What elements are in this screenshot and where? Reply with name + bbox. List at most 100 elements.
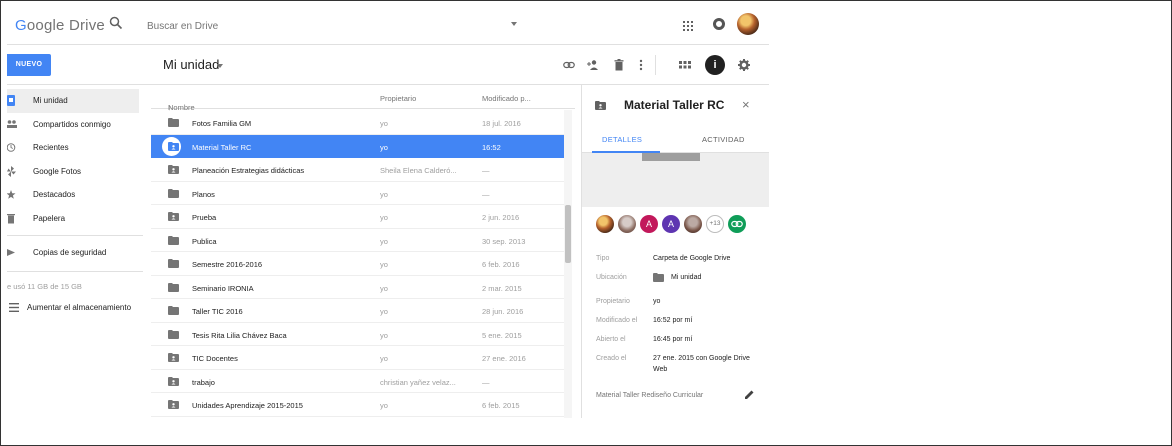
scrollbar-track[interactable] [564, 110, 572, 418]
person-avatar[interactable] [618, 215, 636, 233]
notifications-icon[interactable] [713, 18, 725, 30]
file-owner: yo [380, 189, 388, 199]
file-name[interactable]: Unidades Aprendizaje 2015-2015 [192, 401, 303, 410]
new-button[interactable]: NUEVO [7, 54, 51, 76]
table-row[interactable]: Material Taller RC yo 16:52 [151, 134, 565, 158]
person-avatar[interactable]: A [640, 215, 658, 233]
account-avatar[interactable] [737, 13, 759, 35]
prop-value[interactable]: Mi unidad [671, 274, 701, 281]
shared-folder-icon [168, 141, 179, 151]
file-name[interactable]: Fotos Familia GM [192, 119, 251, 128]
scrollbar-thumb[interactable] [565, 205, 571, 263]
apps-grid-icon[interactable] [683, 21, 693, 31]
sidebar-item-destacados[interactable]: Destacados [7, 183, 139, 207]
details-title: Material Taller RC [624, 98, 725, 112]
file-modified: 2 mar. 2015 [482, 283, 522, 293]
table-row[interactable]: Fotos Familia GM yo 18 jul. 2016 [151, 111, 565, 135]
shared-folder-icon [168, 376, 179, 386]
column-header-modified[interactable]: Modificado p... [482, 94, 531, 103]
person-avatar[interactable] [684, 215, 702, 233]
sidebar-item-compartidos[interactable]: Compartidos conmigo [7, 113, 139, 137]
prop-key: Tipo [596, 255, 610, 262]
column-header-owner[interactable]: Propietario [380, 94, 416, 103]
folder-icon [168, 329, 179, 339]
table-row[interactable]: trabajo christian yañez velaz... — [151, 370, 565, 393]
search-icon[interactable] [109, 16, 123, 30]
file-name[interactable]: Tesis Rita Lilia Chávez Baca [192, 331, 287, 340]
shared-people-row[interactable]: A A +13 [596, 215, 769, 235]
file-owner: yo [380, 283, 388, 293]
file-list-header: Nombre ↑ Propietario Modificado p... [151, 85, 575, 112]
table-row[interactable]: Seminario IRONIA yo 2 mar. 2015 [151, 276, 565, 299]
table-row[interactable]: Semestre 2016-2016 yo 6 feb. 2016 [151, 252, 565, 276]
sidebar-item-papelera[interactable]: Papelera [7, 207, 139, 231]
logo-text: oogle Drive [26, 17, 105, 34]
folder-icon [168, 306, 179, 315]
sidebar-item-recientes[interactable]: Recientes [7, 136, 139, 160]
upgrade-storage-link[interactable]: Aumentar el almacenamiento [7, 300, 143, 316]
prop-value: 27 ene. 2015 con Google Drive [653, 355, 750, 362]
info-icon[interactable]: i [705, 55, 725, 75]
link-icon[interactable] [563, 59, 575, 71]
details-tabs: DETALLES ACTIVIDAD [582, 125, 769, 153]
person-avatar[interactable]: A [662, 215, 680, 233]
backup-icon [7, 249, 15, 256]
preview-thumbnail [642, 153, 700, 161]
pinwheel-icon [7, 166, 16, 177]
table-row[interactable]: Unidades Aprendizaje 2015-2015 yo 6 feb. 2… [151, 393, 565, 417]
table-row[interactable]: TIC Docentes yo 27 ene. 2016 [151, 346, 565, 370]
file-name[interactable]: Material Taller RC [192, 143, 251, 152]
prop-key: Propietario [596, 298, 630, 305]
table-row[interactable]: Planeación Estrategias didácticas Sheila … [151, 158, 565, 182]
file-name[interactable]: Seminario IRONIA [192, 284, 254, 293]
file-name[interactable]: Prueba [192, 213, 216, 222]
search-input[interactable]: Buscar en Drive [147, 21, 218, 32]
tab-actividad[interactable]: ACTIVIDAD [702, 135, 745, 144]
grid-view-icon[interactable] [679, 59, 691, 71]
sidebar-item-label: Compartidos conmigo [33, 120, 111, 129]
file-name[interactable]: TIC Docentes [192, 354, 238, 363]
link-share-icon[interactable] [728, 215, 746, 233]
more-vert-icon[interactable] [635, 59, 647, 71]
table-row[interactable]: Planos yo — [151, 182, 565, 205]
table-row[interactable]: Prueba yo 2 jun. 2016 [151, 205, 565, 229]
tab-detalles[interactable]: DETALLES [602, 135, 642, 144]
file-name[interactable]: Taller TIC 2016 [192, 307, 243, 316]
table-row[interactable]: Taller TIC 2016 yo 28 jun. 2016 [151, 299, 565, 323]
close-icon[interactable]: × [742, 97, 750, 112]
file-name[interactable]: trabajo [192, 378, 215, 387]
storage-usage-text: e usó 11 GB de 15 GB [7, 282, 82, 291]
file-name[interactable]: Semestre 2016-2016 [192, 260, 262, 269]
add-person-icon[interactable] [587, 59, 599, 71]
google-drive-logo[interactable]: Google Drive [15, 17, 105, 34]
search-box[interactable]: Buscar en Drive [103, 13, 523, 39]
file-name[interactable]: Planeación Estrategias didácticas [192, 166, 304, 175]
table-row[interactable]: Publica yo 30 sep. 2013 [151, 229, 565, 252]
details-panel: Material Taller RC × DETALLES ACTIVIDAD … [581, 85, 769, 418]
file-modified: — [482, 377, 490, 387]
chevron-down-icon[interactable] [217, 64, 223, 68]
sidebar-item-mi-unidad[interactable]: Mi unidad [7, 89, 139, 113]
folder-description[interactable]: Material Taller Rediseño Curricular [596, 392, 703, 399]
sidebar-item-google-fotos[interactable]: Google Fotos [7, 160, 139, 184]
file-owner: yo [380, 401, 388, 410]
person-avatar[interactable] [596, 215, 614, 233]
trash-icon [7, 214, 15, 224]
file-list: Nombre ↑ Propietario Modificado p... Fot… [151, 85, 575, 418]
trash-icon[interactable] [613, 59, 625, 71]
edit-pencil-icon[interactable] [744, 389, 755, 400]
settings-gear-icon[interactable] [738, 59, 750, 71]
shared-folder-icon [168, 400, 179, 409]
table-row[interactable]: Tesis Rita Lilia Chávez Baca yo 5 ene. 201… [151, 323, 565, 346]
star-icon [7, 190, 16, 199]
sidebar-divider [7, 235, 143, 236]
more-people-badge[interactable]: +13 [706, 215, 724, 233]
file-owner: yo [380, 330, 388, 340]
file-name[interactable]: Publica [192, 237, 217, 246]
breadcrumb[interactable]: Mi unidad [163, 57, 219, 72]
sidebar-item-copias-de-seguridad[interactable]: Copias de seguridad [7, 241, 139, 265]
file-name[interactable]: Planos [192, 190, 215, 199]
search-options-icon[interactable] [511, 22, 517, 26]
prop-value: 16:52 por mí [653, 317, 693, 324]
sidebar-item-label: Papelera [33, 214, 66, 223]
